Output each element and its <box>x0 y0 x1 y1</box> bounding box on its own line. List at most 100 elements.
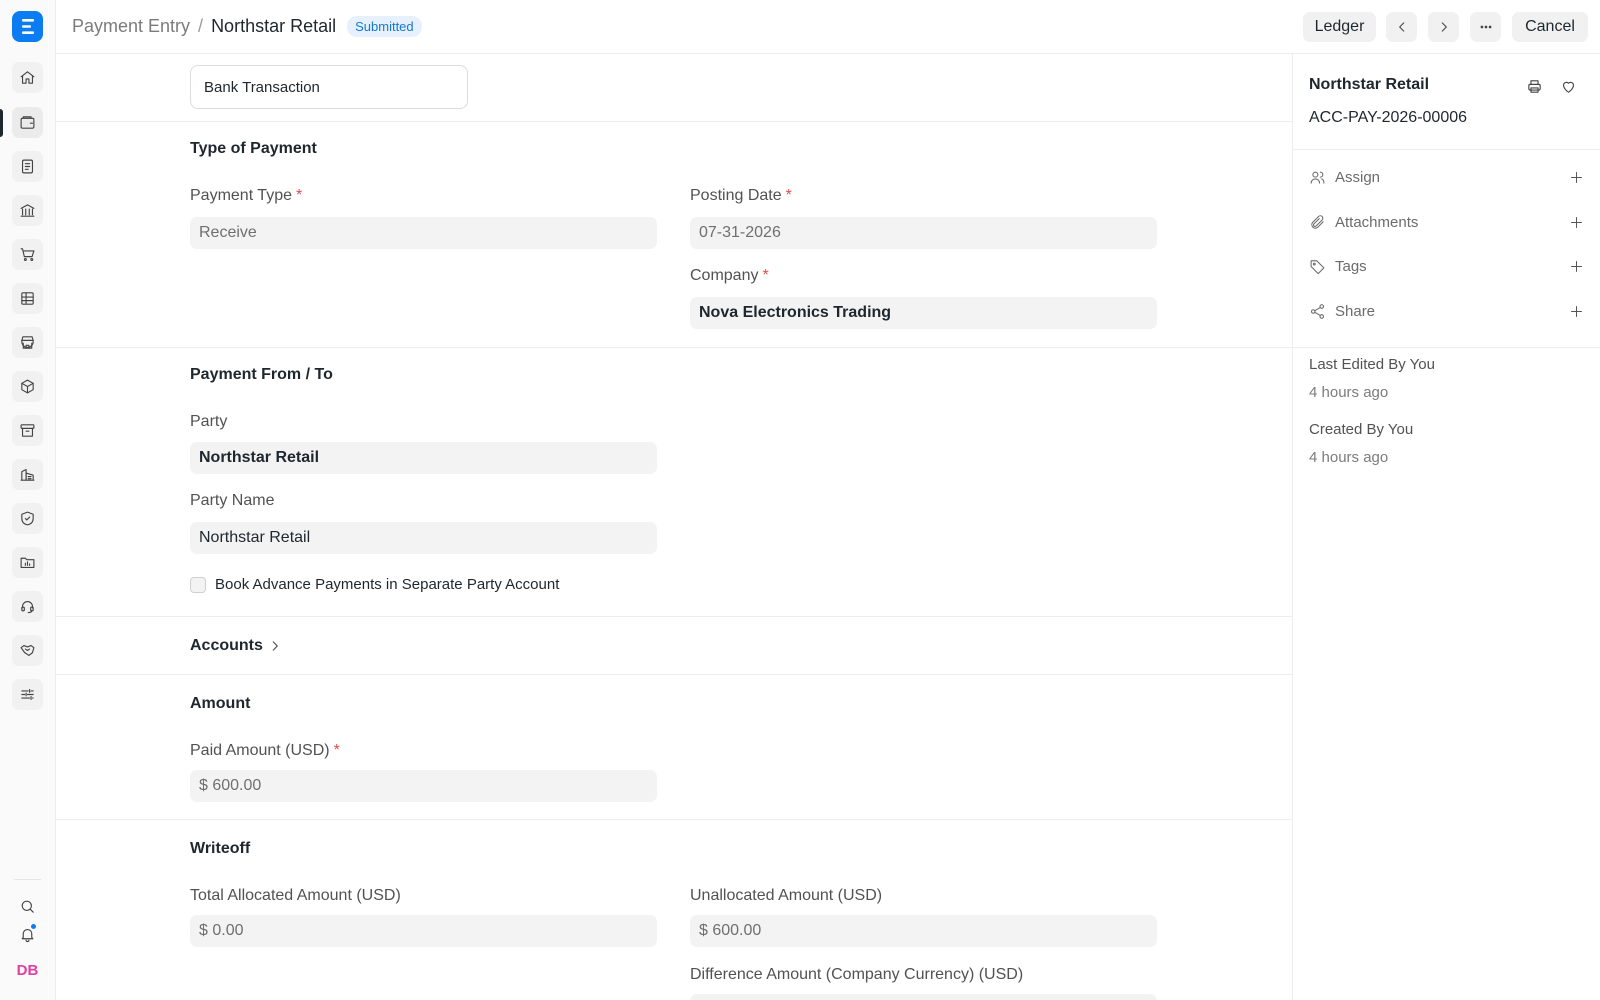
party-label: Party <box>190 413 228 430</box>
sidebar-item-attachments[interactable]: Attachments <box>1309 210 1584 234</box>
page-title: Northstar Retail <box>211 16 337 36</box>
bank-transaction-field[interactable]: Bank Transaction <box>190 65 468 109</box>
attachments-label: Attachments <box>1335 213 1419 231</box>
sidebar-divider <box>1293 149 1600 150</box>
sliders-icon <box>21 688 34 701</box>
nav-support[interactable] <box>12 591 43 622</box>
active-indicator <box>0 109 3 137</box>
sidebar-item-assign[interactable]: Assign <box>1309 165 1584 189</box>
total-allocated-field[interactable]: $ 0.00 <box>190 915 657 947</box>
posting-date-label: Posting Date * <box>690 187 792 204</box>
nav-invoices[interactable] <box>12 151 43 182</box>
search-button[interactable] <box>12 893 43 919</box>
sidebar-item-share[interactable]: Share <box>1309 299 1584 323</box>
nav-quality[interactable] <box>12 503 43 534</box>
posting-date-field[interactable]: 07-31-2026 <box>690 217 1157 249</box>
ledger-button[interactable]: Ledger <box>1303 12 1376 42</box>
nav-manufacturing[interactable] <box>12 459 43 490</box>
notifications-button[interactable] <box>12 921 43 947</box>
users-icon <box>1309 169 1326 186</box>
unallocated-field[interactable]: $ 600.00 <box>690 915 1157 947</box>
section-divider <box>56 674 1293 675</box>
paid-amount-field[interactable]: $ 600.00 <box>190 770 657 802</box>
breadcrumb-parent[interactable]: Payment Entry <box>72 16 190 37</box>
document-sidebar: Northstar Retail ACC-PAY-2026-00006 Assi… <box>1293 54 1600 1000</box>
created-time: 4 hours ago <box>1309 449 1389 466</box>
handshake-icon <box>20 644 35 657</box>
sidebar-title: Northstar Retail <box>1309 76 1430 93</box>
more-actions-button[interactable] <box>1470 12 1501 42</box>
add-attachment-icon[interactable] <box>1569 215 1584 230</box>
shield-icon <box>21 511 34 526</box>
party-name-field[interactable]: Northstar Retail <box>190 522 657 554</box>
section-divider <box>56 347 1293 348</box>
share-icon <box>1309 303 1326 320</box>
form-body: Bank Transaction Type of Payment Payment… <box>56 54 1293 1000</box>
company-field[interactable]: Nova Electronics Trading <box>690 297 1157 329</box>
section-toggle-accounts[interactable]: Accounts <box>190 637 263 655</box>
cancel-button[interactable]: Cancel <box>1512 12 1588 42</box>
package-icon <box>21 379 34 394</box>
chevron-right-icon <box>1441 22 1447 32</box>
share-label: Share <box>1335 302 1376 320</box>
assign-label: Assign <box>1335 168 1381 186</box>
wallet-icon <box>20 116 35 129</box>
archive-icon <box>20 424 35 437</box>
paperclip-icon <box>1309 214 1326 231</box>
notification-dot <box>30 923 37 930</box>
headset-icon <box>21 601 34 614</box>
book-advance-label: Book Advance Payments in Separate Party … <box>215 576 560 593</box>
nav-settings[interactable] <box>12 679 43 710</box>
home-icon <box>20 71 35 84</box>
nav-stock[interactable] <box>12 371 43 402</box>
section-title-writeoff: Writeoff <box>190 840 251 857</box>
chevron-right-icon <box>272 641 278 651</box>
payment-type-field[interactable]: Receive <box>190 217 657 249</box>
tag-icon <box>1309 258 1326 275</box>
like-button[interactable] <box>1558 76 1578 96</box>
sidebar-item-tags[interactable]: Tags <box>1309 254 1584 278</box>
party-field[interactable]: Northstar Retail <box>190 442 657 474</box>
tags-label: Tags <box>1335 257 1367 275</box>
section-divider <box>56 616 1293 617</box>
app-logo[interactable] <box>12 11 43 42</box>
search-icon <box>21 900 34 913</box>
cart-icon <box>20 248 35 261</box>
next-button[interactable] <box>1428 12 1459 42</box>
difference-amount-field[interactable] <box>690 994 1157 1000</box>
previous-button[interactable] <box>1386 12 1417 42</box>
payment-type-label: Payment Type * <box>190 187 303 204</box>
more-horizontal-icon <box>1480 25 1491 29</box>
party-name-label: Party Name <box>190 492 275 509</box>
nav-accounting[interactable] <box>12 107 43 138</box>
book-advance-checkbox[interactable] <box>190 577 206 593</box>
chevron-left-icon <box>1398 22 1404 32</box>
nav-banking[interactable] <box>12 195 43 226</box>
nav-reports[interactable] <box>12 283 43 314</box>
section-divider <box>56 121 1293 122</box>
accounts-expand[interactable] <box>268 639 282 658</box>
difference-amount-label: Difference Amount (Company Currency) (US… <box>690 966 1024 983</box>
section-title-payment-from-to: Payment From / To <box>190 366 333 383</box>
add-share-icon[interactable] <box>1569 304 1584 319</box>
nav-selling[interactable] <box>12 327 43 358</box>
app-sidebar: DB <box>0 0 56 1000</box>
document-id: ACC-PAY-2026-00006 <box>1309 109 1468 126</box>
print-button[interactable] <box>1524 76 1544 96</box>
rail-divider <box>14 879 41 880</box>
nav-crm[interactable] <box>12 635 43 666</box>
nav-buying[interactable] <box>12 239 43 270</box>
nav-assets[interactable] <box>12 415 43 446</box>
status-badge: Submitted <box>347 16 422 37</box>
add-tag-icon[interactable] <box>1569 259 1584 274</box>
add-assign-icon[interactable] <box>1569 170 1584 185</box>
document-icon <box>21 159 34 174</box>
paid-amount-label: Paid Amount (USD) * <box>190 742 340 759</box>
page-header: Payment Entry / Northstar Retail Submitt… <box>56 0 1600 54</box>
section-title-amount: Amount <box>190 695 251 712</box>
user-avatar[interactable]: DB <box>12 958 43 984</box>
last-edited-time: 4 hours ago <box>1309 384 1389 401</box>
created-label: Created By You <box>1309 421 1414 438</box>
nav-home[interactable] <box>12 62 43 93</box>
nav-projects[interactable] <box>12 547 43 578</box>
